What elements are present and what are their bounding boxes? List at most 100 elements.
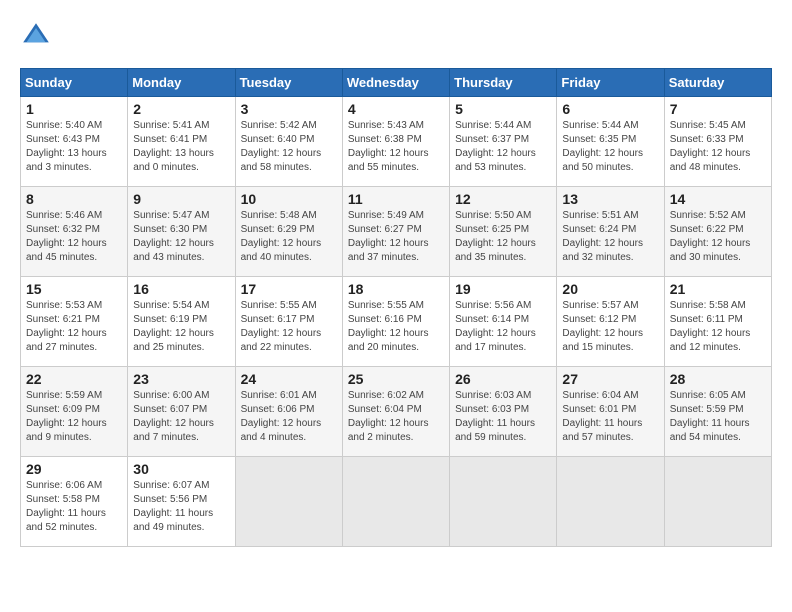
day-detail: Sunrise: 5:44 AMSunset: 6:37 PMDaylight:…: [455, 119, 551, 175]
day-detail: Sunrise: 6:05 AMSunset: 5:59 PMDaylight:…: [670, 389, 766, 445]
calendar-header: SundayMondayTuesdayWednesdayThursdayFrid…: [21, 69, 772, 97]
day-detail: Sunrise: 5:44 AMSunset: 6:35 PMDaylight:…: [562, 119, 658, 175]
day-detail: Sunrise: 5:41 AMSunset: 6:41 PMDaylight:…: [133, 119, 229, 175]
day-number: 30: [133, 461, 229, 477]
day-detail: Sunrise: 5:43 AMSunset: 6:38 PMDaylight:…: [348, 119, 444, 175]
day-detail: Sunrise: 5:58 AMSunset: 6:11 PMDaylight:…: [670, 299, 766, 355]
calendar-day: 28 Sunrise: 6:05 AMSunset: 5:59 PMDayligh…: [664, 367, 771, 457]
day-detail: Sunrise: 5:55 AMSunset: 6:16 PMDaylight:…: [348, 299, 444, 355]
calendar-day: 5 Sunrise: 5:44 AMSunset: 6:37 PMDaylight…: [450, 97, 557, 187]
day-detail: Sunrise: 5:47 AMSunset: 6:30 PMDaylight:…: [133, 209, 229, 265]
calendar-day: 26 Sunrise: 6:03 AMSunset: 6:03 PMDayligh…: [450, 367, 557, 457]
day-number: 29: [26, 461, 122, 477]
calendar-day: 21 Sunrise: 5:58 AMSunset: 6:11 PMDayligh…: [664, 277, 771, 367]
calendar-week-row: 22 Sunrise: 5:59 AMSunset: 6:09 PMDayligh…: [21, 367, 772, 457]
calendar-day: 27 Sunrise: 6:04 AMSunset: 6:01 PMDayligh…: [557, 367, 664, 457]
day-detail: Sunrise: 5:55 AMSunset: 6:17 PMDaylight:…: [241, 299, 337, 355]
day-number: 10: [241, 191, 337, 207]
calendar-day: 20 Sunrise: 5:57 AMSunset: 6:12 PMDayligh…: [557, 277, 664, 367]
calendar-day: 1 Sunrise: 5:40 AMSunset: 6:43 PMDaylight…: [21, 97, 128, 187]
day-number: 8: [26, 191, 122, 207]
column-header-monday: Monday: [128, 69, 235, 97]
calendar-day: 15Sunrise: 5:53 AMSunset: 6:21 PMDayligh…: [21, 277, 128, 367]
day-detail: Sunrise: 6:06 AMSunset: 5:58 PMDaylight:…: [26, 479, 122, 535]
column-header-thursday: Thursday: [450, 69, 557, 97]
calendar-day: 23 Sunrise: 6:00 AMSunset: 6:07 PMDayligh…: [128, 367, 235, 457]
calendar-day: [235, 457, 342, 547]
day-detail: Sunrise: 5:42 AMSunset: 6:40 PMDaylight:…: [241, 119, 337, 175]
day-detail: Sunrise: 5:48 AMSunset: 6:29 PMDaylight:…: [241, 209, 337, 265]
day-number: 9: [133, 191, 229, 207]
day-number: 12: [455, 191, 551, 207]
calendar-week-row: 29 Sunrise: 6:06 AMSunset: 5:58 PMDayligh…: [21, 457, 772, 547]
day-detail: Sunrise: 6:07 AMSunset: 5:56 PMDaylight:…: [133, 479, 229, 535]
calendar-day: 16 Sunrise: 5:54 AMSunset: 6:19 PMDayligh…: [128, 277, 235, 367]
day-number: 5: [455, 101, 551, 117]
calendar-table: SundayMondayTuesdayWednesdayThursdayFrid…: [20, 68, 772, 547]
calendar-day: 2 Sunrise: 5:41 AMSunset: 6:41 PMDaylight…: [128, 97, 235, 187]
day-detail: Sunrise: 5:52 AMSunset: 6:22 PMDaylight:…: [670, 209, 766, 265]
day-detail: Sunrise: 5:56 AMSunset: 6:14 PMDaylight:…: [455, 299, 551, 355]
calendar-day: 12 Sunrise: 5:50 AMSunset: 6:25 PMDayligh…: [450, 187, 557, 277]
day-number: 3: [241, 101, 337, 117]
calendar-day: [664, 457, 771, 547]
calendar-day: [342, 457, 449, 547]
day-number: 7: [670, 101, 766, 117]
calendar-day: 22 Sunrise: 5:59 AMSunset: 6:09 PMDayligh…: [21, 367, 128, 457]
calendar-day: 17 Sunrise: 5:55 AMSunset: 6:17 PMDayligh…: [235, 277, 342, 367]
day-detail: Sunrise: 5:50 AMSunset: 6:25 PMDaylight:…: [455, 209, 551, 265]
day-number: 11: [348, 191, 444, 207]
day-detail: Sunrise: 5:54 AMSunset: 6:19 PMDaylight:…: [133, 299, 229, 355]
calendar-day: [557, 457, 664, 547]
calendar-day: 25 Sunrise: 6:02 AMSunset: 6:04 PMDayligh…: [342, 367, 449, 457]
logo: [20, 20, 56, 52]
day-number: 1: [26, 101, 122, 117]
calendar-day: 8 Sunrise: 5:46 AMSunset: 6:32 PMDaylight…: [21, 187, 128, 277]
day-number: 6: [562, 101, 658, 117]
day-number: 16: [133, 281, 229, 297]
calendar-day: 29 Sunrise: 6:06 AMSunset: 5:58 PMDayligh…: [21, 457, 128, 547]
column-header-wednesday: Wednesday: [342, 69, 449, 97]
day-number: 24: [241, 371, 337, 387]
day-detail: Sunrise: 5:51 AMSunset: 6:24 PMDaylight:…: [562, 209, 658, 265]
day-number: 20: [562, 281, 658, 297]
calendar-day: 11Sunrise: 5:49 AMSunset: 6:27 PMDayligh…: [342, 187, 449, 277]
calendar-day: 18Sunrise: 5:55 AMSunset: 6:16 PMDayligh…: [342, 277, 449, 367]
day-number: 25: [348, 371, 444, 387]
day-detail: Sunrise: 6:04 AMSunset: 6:01 PMDaylight:…: [562, 389, 658, 445]
day-number: 23: [133, 371, 229, 387]
day-detail: Sunrise: 5:46 AMSunset: 6:32 PMDaylight:…: [26, 209, 122, 265]
column-header-tuesday: Tuesday: [235, 69, 342, 97]
day-number: 22: [26, 371, 122, 387]
calendar-day: 7 Sunrise: 5:45 AMSunset: 6:33 PMDaylight…: [664, 97, 771, 187]
calendar-day: 30 Sunrise: 6:07 AMSunset: 5:56 PMDayligh…: [128, 457, 235, 547]
calendar-day: [450, 457, 557, 547]
day-detail: Sunrise: 6:00 AMSunset: 6:07 PMDaylight:…: [133, 389, 229, 445]
day-number: 19: [455, 281, 551, 297]
column-header-saturday: Saturday: [664, 69, 771, 97]
day-number: 21: [670, 281, 766, 297]
day-detail: Sunrise: 5:57 AMSunset: 6:12 PMDaylight:…: [562, 299, 658, 355]
day-detail: Sunrise: 6:02 AMSunset: 6:04 PMDaylight:…: [348, 389, 444, 445]
day-detail: Sunrise: 5:45 AMSunset: 6:33 PMDaylight:…: [670, 119, 766, 175]
calendar-day: 10 Sunrise: 5:48 AMSunset: 6:29 PMDayligh…: [235, 187, 342, 277]
logo-icon: [20, 20, 52, 52]
day-detail: Sunrise: 5:40 AMSunset: 6:43 PMDaylight:…: [26, 119, 122, 175]
calendar-day: 9 Sunrise: 5:47 AMSunset: 6:30 PMDaylight…: [128, 187, 235, 277]
calendar-day: 4 Sunrise: 5:43 AMSunset: 6:38 PMDaylight…: [342, 97, 449, 187]
calendar-day: 6 Sunrise: 5:44 AMSunset: 6:35 PMDaylight…: [557, 97, 664, 187]
day-detail: Sunrise: 5:53 AMSunset: 6:21 PMDaylight:…: [26, 299, 122, 355]
day-detail: Sunrise: 6:03 AMSunset: 6:03 PMDaylight:…: [455, 389, 551, 445]
day-number: 4: [348, 101, 444, 117]
day-number: 26: [455, 371, 551, 387]
day-number: 27: [562, 371, 658, 387]
column-header-sunday: Sunday: [21, 69, 128, 97]
day-number: 17: [241, 281, 337, 297]
day-detail: Sunrise: 5:59 AMSunset: 6:09 PMDaylight:…: [26, 389, 122, 445]
day-number: 28: [670, 371, 766, 387]
day-number: 14: [670, 191, 766, 207]
calendar-day: 24Sunrise: 6:01 AMSunset: 6:06 PMDayligh…: [235, 367, 342, 457]
day-number: 2: [133, 101, 229, 117]
calendar-week-row: 1 Sunrise: 5:40 AMSunset: 6:43 PMDaylight…: [21, 97, 772, 187]
day-number: 13: [562, 191, 658, 207]
